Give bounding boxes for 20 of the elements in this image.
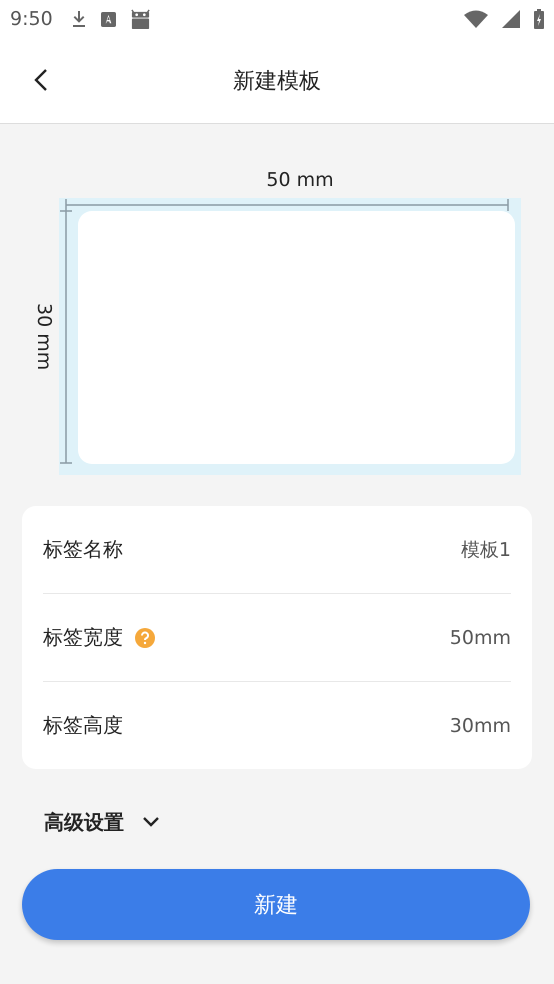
height-dimension: 30 mm	[33, 302, 55, 370]
wifi-icon	[464, 10, 488, 28]
status-time: 9:50	[10, 8, 53, 30]
field-label: 标签高度	[43, 712, 123, 739]
signal-icon	[502, 10, 520, 28]
field-value[interactable]: 30mm	[450, 714, 511, 736]
advanced-settings-label[interactable]: 高级设置	[44, 808, 124, 836]
field-label: 标签名称	[43, 536, 123, 563]
field-label: 标签宽度	[43, 624, 123, 651]
back-icon[interactable]	[34, 68, 48, 92]
field-value[interactable]: 模板1	[460, 536, 511, 562]
width-dimension: 50 mm	[266, 168, 334, 192]
field-value[interactable]: 50mm	[450, 626, 511, 648]
robot-icon	[130, 8, 151, 30]
font-icon	[100, 12, 116, 26]
chevron-icon[interactable]	[142, 816, 160, 828]
page-title: 新建模板	[233, 68, 321, 96]
download-icon	[70, 10, 87, 28]
create-button[interactable]: 新建	[22, 869, 530, 940]
battery-icon	[534, 9, 544, 29]
